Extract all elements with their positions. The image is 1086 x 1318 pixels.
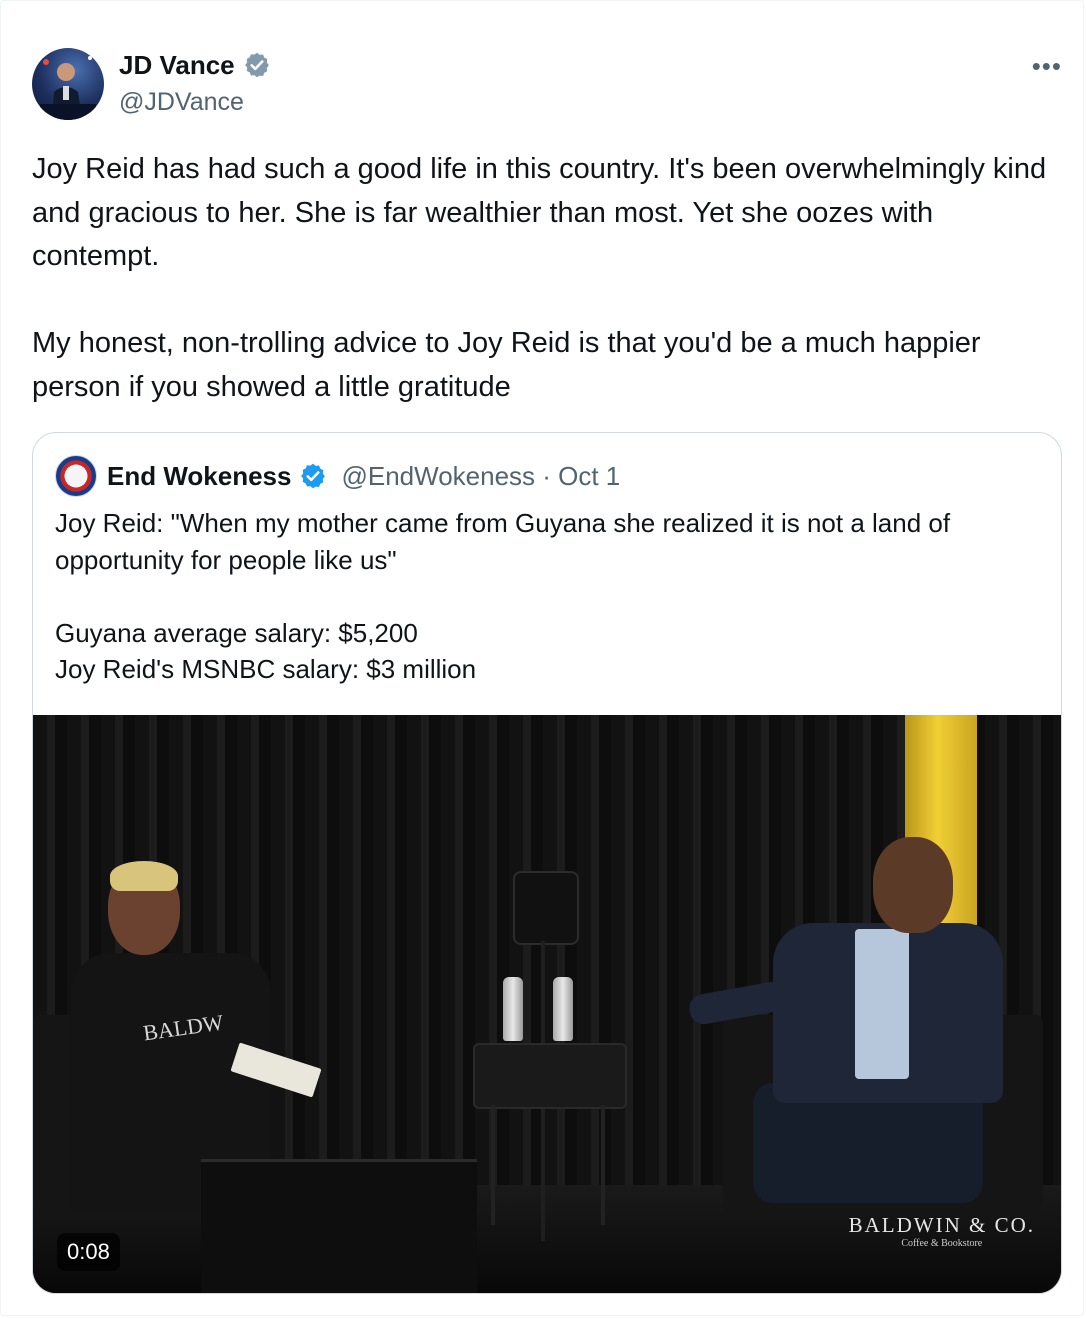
more-options-icon[interactable]: ••• [1032,53,1062,79]
author-handle[interactable]: @JDVance [119,88,244,117]
brand-watermark: BALDWIN & CO. Coffee & Bookstore [849,1213,1035,1249]
quoted-tweet-text: Joy Reid: "When my mother came from Guya… [55,505,1045,688]
quoted-author-handle-date[interactable]: @EndWokeness · Oct 1 [341,461,620,492]
author-name-row: JD Vance [119,48,271,82]
tweet-paragraph: My honest, non-trolling advice to Joy Re… [32,327,981,403]
verified-badge-icon [243,51,271,79]
quoted-tweet[interactable]: End Wokeness @EndWokeness · Oct 1 Joy Re… [32,432,1062,1294]
video-duration: 0:08 [57,1233,120,1271]
quoted-tweet-line: Joy Reid: "When my mother came from Guya… [55,508,951,575]
quoted-tweet-header: End Wokeness @EndWokeness · Oct 1 [55,455,620,497]
brand-name: BALDWIN & CO. [848,1213,1035,1237]
tweet-text: Joy Reid has had such a good life in thi… [32,148,1062,409]
speaker-left-hair [110,861,178,891]
camera-icon [513,871,579,945]
speaker-right-head [873,837,953,933]
quoted-author-avatar[interactable] [55,455,97,497]
author-avatar[interactable] [32,48,104,120]
author-display-name[interactable]: JD Vance [119,50,235,81]
water-bottle [503,977,523,1041]
quoted-author-display-name[interactable]: End Wokeness [107,461,291,492]
speaker-right-shirt [855,929,909,1079]
side-table [473,1043,627,1109]
table-leg [601,1105,605,1225]
table-leg [491,1105,495,1225]
stage-monitor [201,1159,477,1293]
quoted-tweet-line: Joy Reid's MSNBC salary: $3 million [55,654,477,684]
brand-subtitle: Coffee & Bookstore [901,1238,983,1249]
tweet-paragraph: Joy Reid has had such a good life in thi… [32,153,1047,272]
verified-badge-icon [299,462,327,490]
water-bottle [553,977,573,1041]
quoted-tweet-line: Guyana average salary: $5,200 [55,617,418,648]
profile-photo-icon [40,56,96,120]
video-player[interactable]: BALDW BALDWIN & CO. Coffee & Bookstore 0… [33,715,1061,1293]
